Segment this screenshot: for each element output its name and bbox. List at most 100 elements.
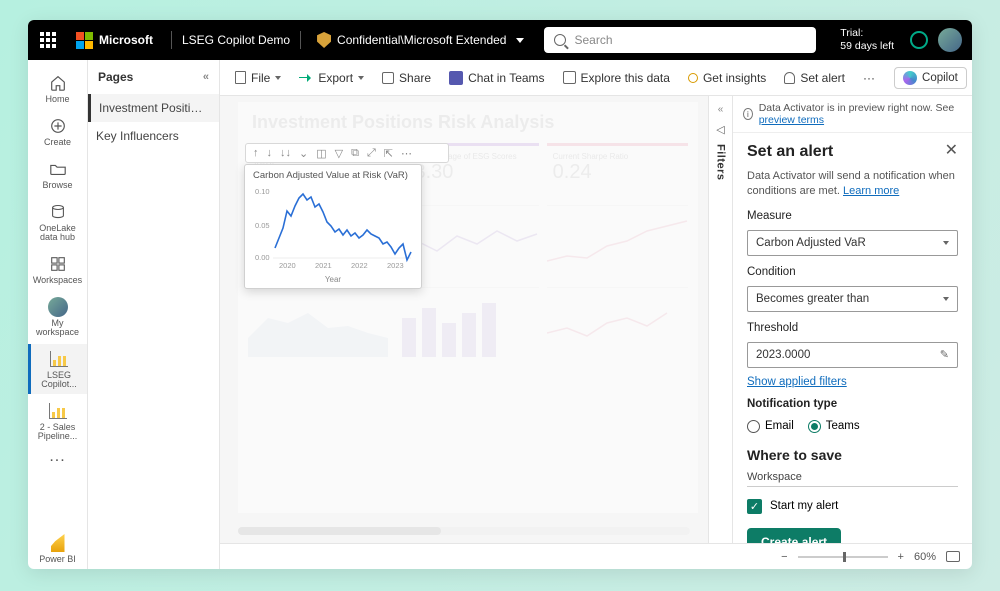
page-item-investment[interactable]: Investment Positions Ri...	[88, 94, 219, 122]
trial-days: 59 days left	[840, 40, 894, 53]
copy-icon[interactable]: ⧉	[348, 147, 362, 160]
set-alert-button[interactable]: Set alert	[777, 67, 852, 89]
zoom-slider[interactable]	[798, 556, 888, 558]
drill-through-icon[interactable]: ◫	[313, 147, 329, 160]
insights-button[interactable]: Get insights	[681, 67, 773, 89]
create-alert-button[interactable]: Create alert	[747, 528, 841, 543]
nav-label: My workspace	[30, 319, 85, 337]
focused-visual[interactable]: ↑ ↓ ↓↓ ⌄ ◫ ▽ ⧉ ⤢ ⇱ ⋯ Carbon Adjusted Val…	[244, 164, 422, 289]
app-launcher-icon[interactable]	[28, 32, 68, 48]
radio-teams[interactable]: Teams	[808, 420, 860, 433]
chevron-down-icon	[943, 241, 949, 245]
filter-icon[interactable]: ▽	[332, 147, 346, 160]
chevron-down-icon	[516, 38, 524, 43]
preview-terms-link[interactable]: preview terms	[759, 114, 824, 126]
zoom-out-button[interactable]: −	[781, 551, 787, 563]
trial-status[interactable]: Trial: 59 days left	[830, 27, 904, 52]
search-placeholder: Search	[574, 33, 612, 47]
nav-label: Home	[45, 95, 69, 104]
close-icon[interactable]: ✕	[945, 143, 958, 159]
edit-icon[interactable]: ✎	[940, 348, 949, 361]
notification-type-label: Notification type	[747, 398, 958, 410]
copilot-button[interactable]: Copilot	[894, 67, 967, 89]
avatar-icon	[48, 297, 68, 317]
focus-icon[interactable]: ⤢	[364, 147, 379, 160]
mini-chart	[397, 287, 538, 357]
bell-icon	[784, 72, 795, 84]
nav-label: Browse	[42, 181, 72, 190]
preview-banner: i Data Activator is in preview right now…	[733, 96, 972, 133]
more-button[interactable]: ···	[856, 67, 882, 89]
pages-header: Pages	[98, 70, 133, 84]
filters-pane-collapsed[interactable]: « ◁ Filters	[708, 96, 732, 543]
toolbar-label: Explore this data	[581, 71, 670, 85]
report-icon	[49, 349, 69, 369]
help-icon[interactable]	[910, 31, 928, 49]
nav-onelake[interactable]: OneLake data hub	[28, 197, 87, 247]
user-avatar[interactable]	[938, 28, 962, 52]
explore-button[interactable]: Explore this data	[556, 67, 677, 89]
nav-workspaces[interactable]: Workspaces	[28, 249, 87, 290]
status-bar: − + 60%	[220, 543, 972, 569]
nav-more[interactable]: ...	[28, 448, 87, 466]
nav-browse[interactable]: Browse	[28, 154, 87, 195]
toolbar-label: Set alert	[800, 71, 845, 85]
nav-home[interactable]: Home	[28, 68, 87, 109]
threshold-input[interactable]: 2023.0000 ✎	[747, 342, 958, 368]
nav-sales-pipeline[interactable]: 2 - Sales Pipeline...	[28, 396, 87, 446]
nav-my-workspace[interactable]: My workspace	[28, 292, 87, 342]
measure-select[interactable]: Carbon Adjusted VaR	[747, 230, 958, 256]
report-toolbar: File Export Share Chat in Teams Explore …	[220, 60, 972, 96]
fit-to-page-icon[interactable]	[946, 551, 960, 562]
export-menu[interactable]: Export	[292, 67, 371, 89]
search-input[interactable]: Search	[544, 27, 816, 53]
show-filters-link[interactable]: Show applied filters	[747, 376, 847, 388]
powerbi-icon	[48, 533, 68, 553]
zoom-in-button[interactable]: +	[898, 551, 904, 563]
nav-lseg-copilot[interactable]: LSEG Copilot...	[28, 344, 87, 394]
pane-title: Set an alert	[747, 143, 833, 161]
file-icon	[235, 71, 246, 84]
horizontal-scrollbar[interactable]	[238, 527, 690, 535]
expand-icon[interactable]: «	[718, 104, 724, 115]
visual-xlabel: Year	[245, 275, 421, 288]
more-icon[interactable]: ⋯	[398, 147, 415, 160]
visual-title: Carbon Adjusted Value at Risk (VaR)	[245, 165, 421, 183]
radio-email[interactable]: Email	[747, 420, 794, 433]
grid-icon	[48, 254, 68, 274]
mini-chart	[547, 287, 688, 357]
page-item-key-influencers[interactable]: Key Influencers	[88, 122, 219, 150]
svg-text:2022: 2022	[351, 261, 368, 270]
nav-powerbi[interactable]: Power BI	[28, 528, 87, 569]
svg-text:2023: 2023	[387, 261, 404, 270]
hierarchy-icon[interactable]: ⌄	[296, 147, 311, 160]
start-alert-checkbox[interactable]: ✓ Start my alert	[747, 499, 958, 514]
workspace-title[interactable]: LSEG Copilot Demo	[182, 33, 290, 47]
svg-text:0.05: 0.05	[255, 221, 270, 230]
folder-icon	[48, 159, 68, 179]
more-icon: ...	[49, 453, 65, 461]
svg-text:2020: 2020	[279, 261, 296, 270]
sensitivity-label[interactable]: Confidential\Microsoft Extended	[311, 32, 530, 48]
drill-up-icon[interactable]: ↑	[250, 147, 262, 159]
expand-icon[interactable]: ↓↓	[277, 147, 294, 159]
file-menu[interactable]: File	[228, 67, 288, 89]
toolbar-label: Chat in Teams	[468, 71, 544, 85]
share-icon	[382, 72, 394, 84]
drill-down-icon[interactable]: ↓	[264, 147, 276, 159]
more-icon: ···	[863, 71, 875, 85]
shield-icon	[317, 32, 331, 48]
condition-select[interactable]: Becomes greater than	[747, 286, 958, 312]
pin-icon[interactable]: ⇱	[381, 147, 396, 160]
nav-label: OneLake data hub	[30, 224, 85, 242]
set-alert-pane: i Data Activator is in preview right now…	[732, 96, 972, 543]
nav-create[interactable]: Create	[28, 111, 87, 152]
kpi-label: Current Sharpe Ratio	[553, 152, 682, 161]
collapse-icon[interactable]: «	[203, 71, 209, 83]
learn-more-link[interactable]: Learn more	[843, 185, 899, 197]
share-button[interactable]: Share	[375, 67, 438, 89]
database-icon	[48, 202, 68, 222]
report-canvas[interactable]: Investment Positions Risk Analysis Carbo…	[220, 96, 708, 543]
chat-teams-button[interactable]: Chat in Teams	[442, 67, 551, 89]
zoom-value[interactable]: 60%	[914, 551, 936, 563]
